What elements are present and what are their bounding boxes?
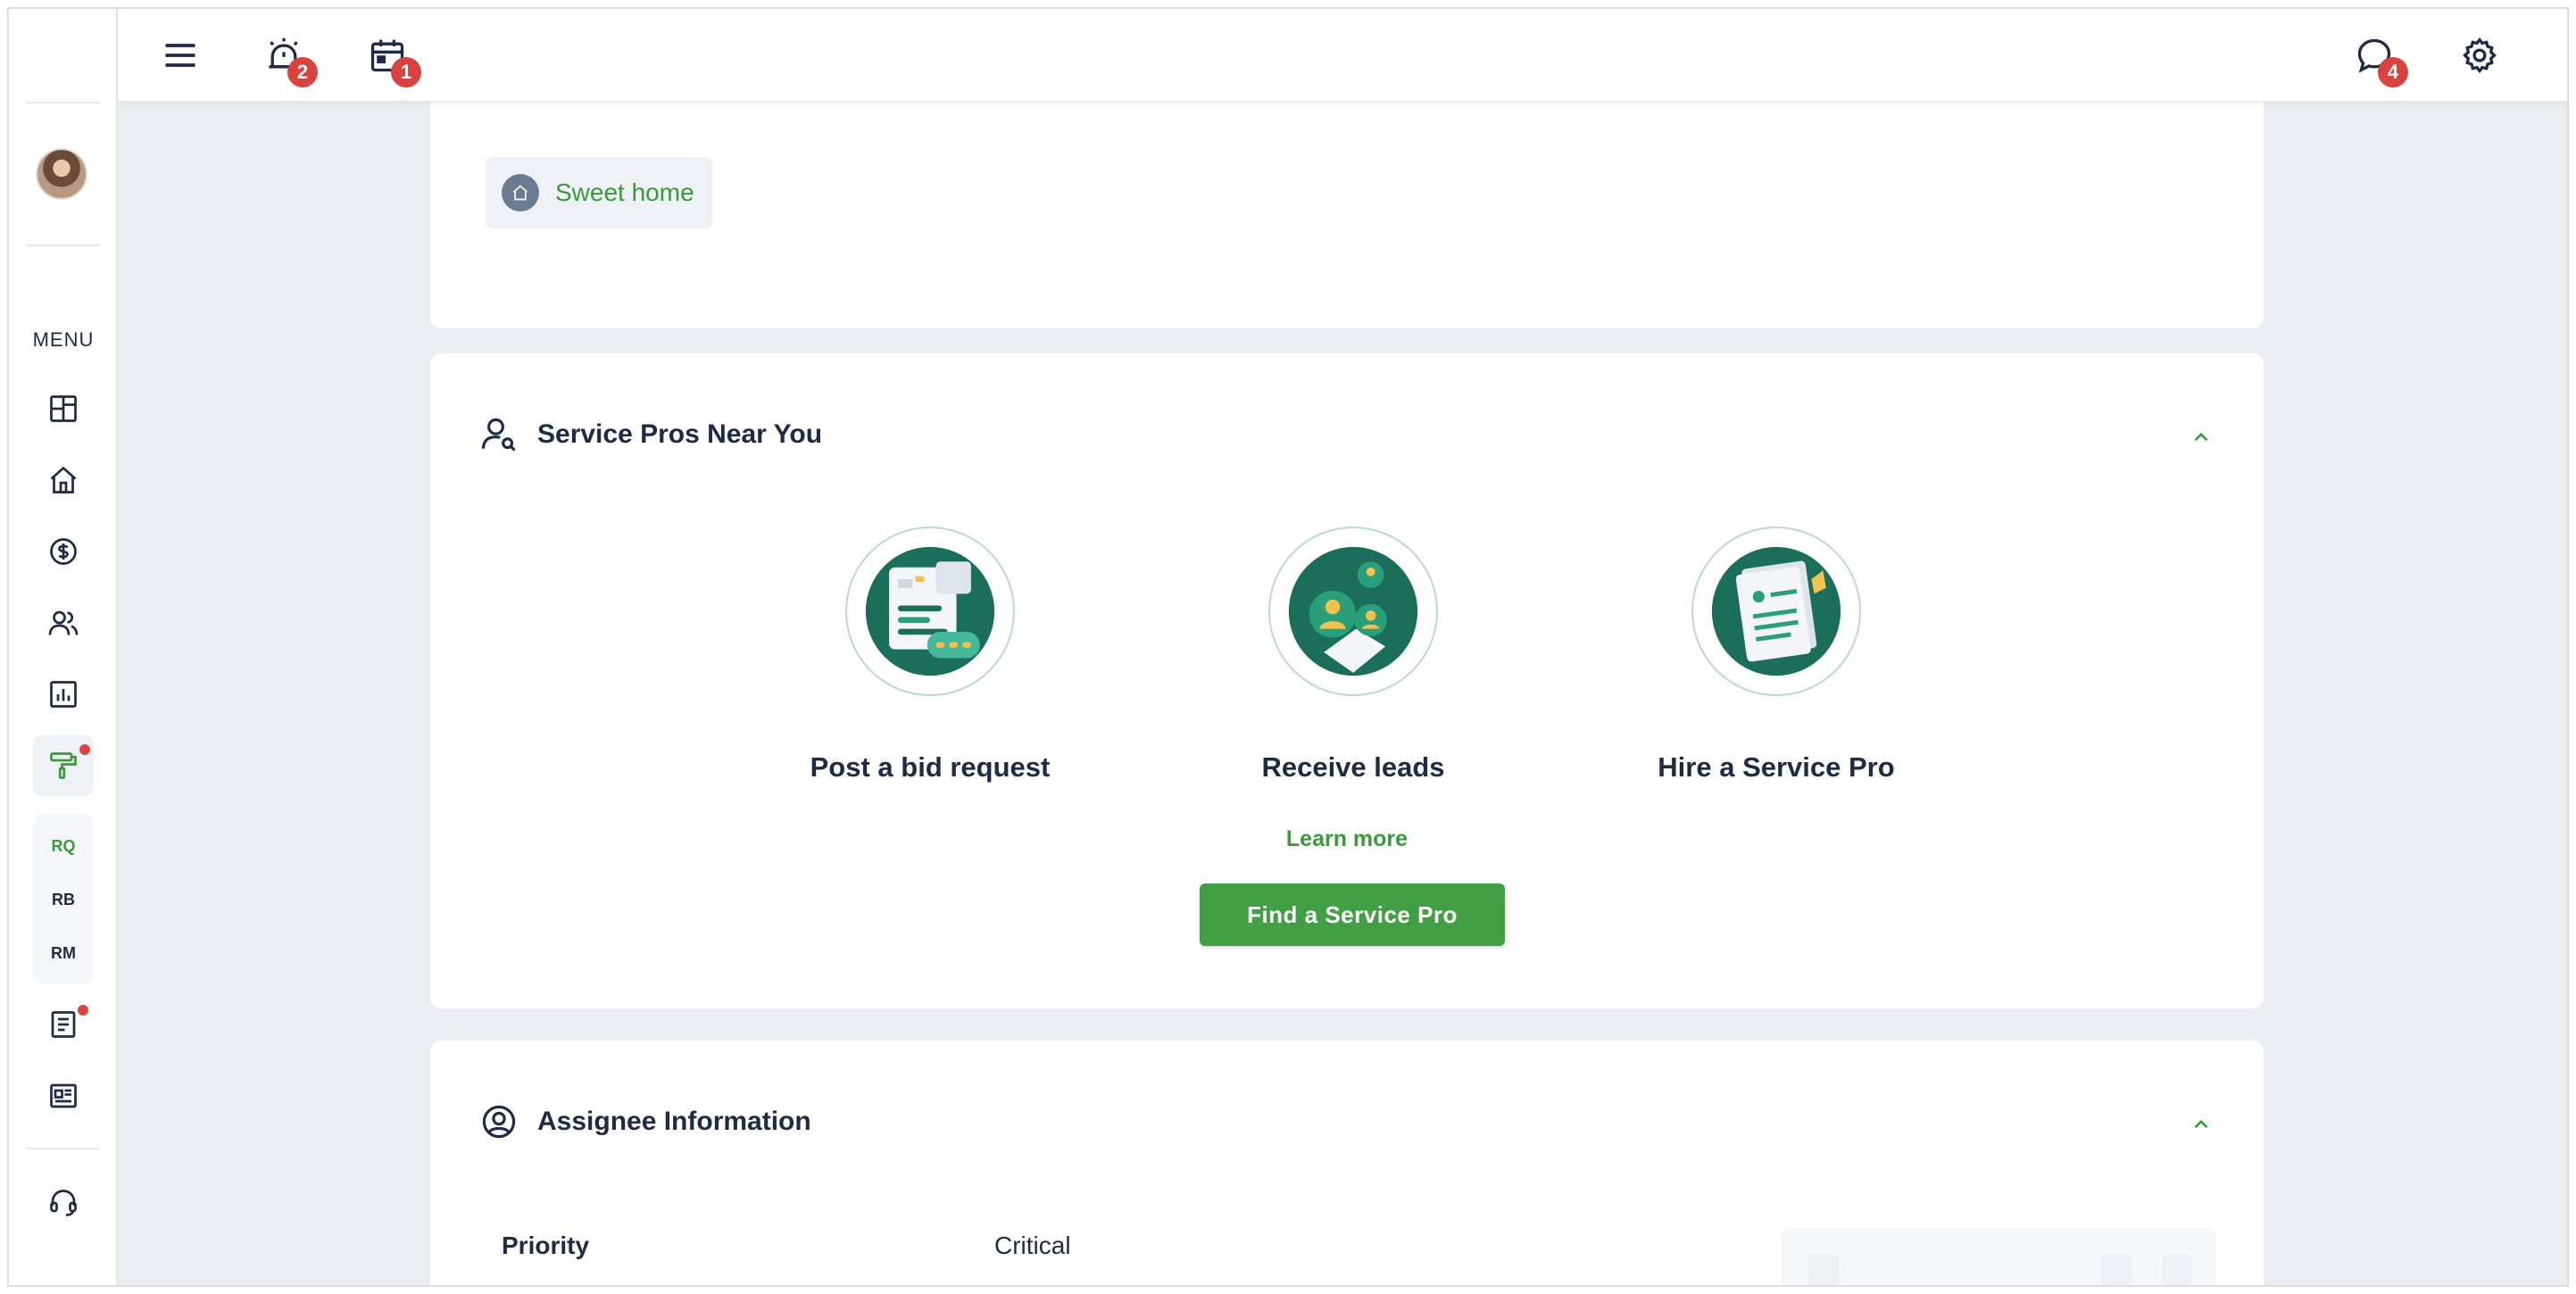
learn-more-link[interactable]: Learn more (430, 826, 2264, 852)
sidebar-divider (27, 102, 100, 104)
chevron-up-icon (2194, 1119, 2208, 1129)
home-icon (50, 466, 77, 494)
placeholder-block (2101, 1255, 2131, 1285)
user-circle-icon (482, 1105, 516, 1139)
sidebar-item-listings[interactable] (33, 1066, 94, 1126)
sidebar-item-contacts[interactable] (33, 593, 94, 653)
messages-count-badge: 4 (2378, 57, 2408, 87)
notification-dot (79, 744, 90, 755)
sidebar-subitem-rb[interactable]: RB (33, 891, 94, 909)
sidebar: MENU RQ RB RM (9, 9, 118, 1285)
gear-icon (2463, 37, 2497, 74)
sidebar-item-services[interactable] (33, 735, 94, 796)
assignee-card: Assignee Information Priority Critical (430, 1041, 2264, 1285)
app-window: MENU RQ RB RM 2 1 4 Sweet home Service P… (7, 7, 2569, 1287)
sidebar-item-dashboard[interactable] (33, 378, 94, 439)
sidebar-item-reports[interactable] (33, 664, 94, 725)
priority-value: Critical (994, 1232, 1071, 1259)
calendar-button[interactable]: 1 (364, 32, 421, 87)
chevron-up-icon (2194, 432, 2208, 442)
section-title: Service Pros Near You (537, 419, 823, 449)
avatar[interactable] (36, 148, 87, 200)
alarms-button[interactable]: 2 (261, 32, 318, 87)
news-icon (50, 1083, 77, 1108)
sidebar-subitem-rm[interactable]: RM (33, 944, 94, 963)
step-label: Receive leads (1261, 751, 1445, 783)
sidebar-item-support[interactable] (33, 1173, 94, 1233)
step-label: Post a bid request (810, 751, 1051, 783)
step-receive-leads: Receive leads (1210, 527, 1496, 784)
sidebar-divider (27, 245, 100, 246)
receive-leads-illustration (1268, 527, 1438, 696)
service-pros-header: Service Pros Near You (480, 416, 822, 453)
report-chart-icon (50, 681, 77, 708)
sidebar-subnav: RQ RB RM (33, 814, 94, 983)
menu-label: MENU (32, 328, 95, 351)
messages-button[interactable]: 4 (2351, 32, 2408, 87)
assignee-panel-placeholder (1782, 1228, 2215, 1285)
home-icon (502, 174, 539, 212)
hire-pro-illustration (1691, 527, 1861, 696)
sidebar-item-finance[interactable] (33, 521, 94, 582)
alarm-count-badge: 2 (287, 57, 318, 87)
step-hire-pro: Hire a Service Pro (1633, 527, 1919, 784)
step-post-bid: Post a bid request (787, 527, 1073, 784)
sidebar-divider (27, 1148, 100, 1149)
section-title: Assignee Information (537, 1107, 811, 1136)
collapse-button[interactable] (2185, 421, 2217, 453)
support-headset-icon (50, 1190, 77, 1216)
find-service-pro-button[interactable]: Find a Service Pro (1200, 883, 1505, 946)
property-chip-label: Sweet home (555, 178, 694, 206)
priority-label: Priority (502, 1232, 590, 1259)
notification-dot (78, 1005, 88, 1016)
users-icon (48, 610, 79, 635)
settings-button[interactable] (2456, 32, 2503, 79)
service-pros-card: Service Pros Near You Post a bid request… (430, 353, 2264, 1008)
menu-toggle-button[interactable] (157, 32, 204, 79)
paint-roller-icon (50, 752, 77, 779)
dashboard-icon (50, 395, 77, 422)
hamburger-icon (165, 44, 195, 67)
person-search-icon (481, 418, 516, 452)
bid-request-illustration (845, 527, 1015, 696)
property-chip[interactable]: Sweet home (486, 157, 712, 228)
sidebar-subitem-rq[interactable]: RQ (33, 837, 94, 856)
document-icon (51, 1011, 76, 1038)
placeholder-block (2162, 1255, 2192, 1285)
top-bar: 2 1 4 (118, 9, 2567, 102)
collapse-button[interactable] (2185, 1108, 2217, 1141)
placeholder-block (1808, 1255, 1839, 1285)
step-label: Hire a Service Pro (1658, 751, 1895, 783)
dollar-icon (50, 538, 77, 565)
calendar-count-badge: 1 (391, 57, 421, 87)
sidebar-item-home[interactable] (33, 450, 94, 510)
assignee-header: Assignee Information (480, 1103, 811, 1141)
sidebar-item-documents[interactable] (33, 994, 94, 1055)
